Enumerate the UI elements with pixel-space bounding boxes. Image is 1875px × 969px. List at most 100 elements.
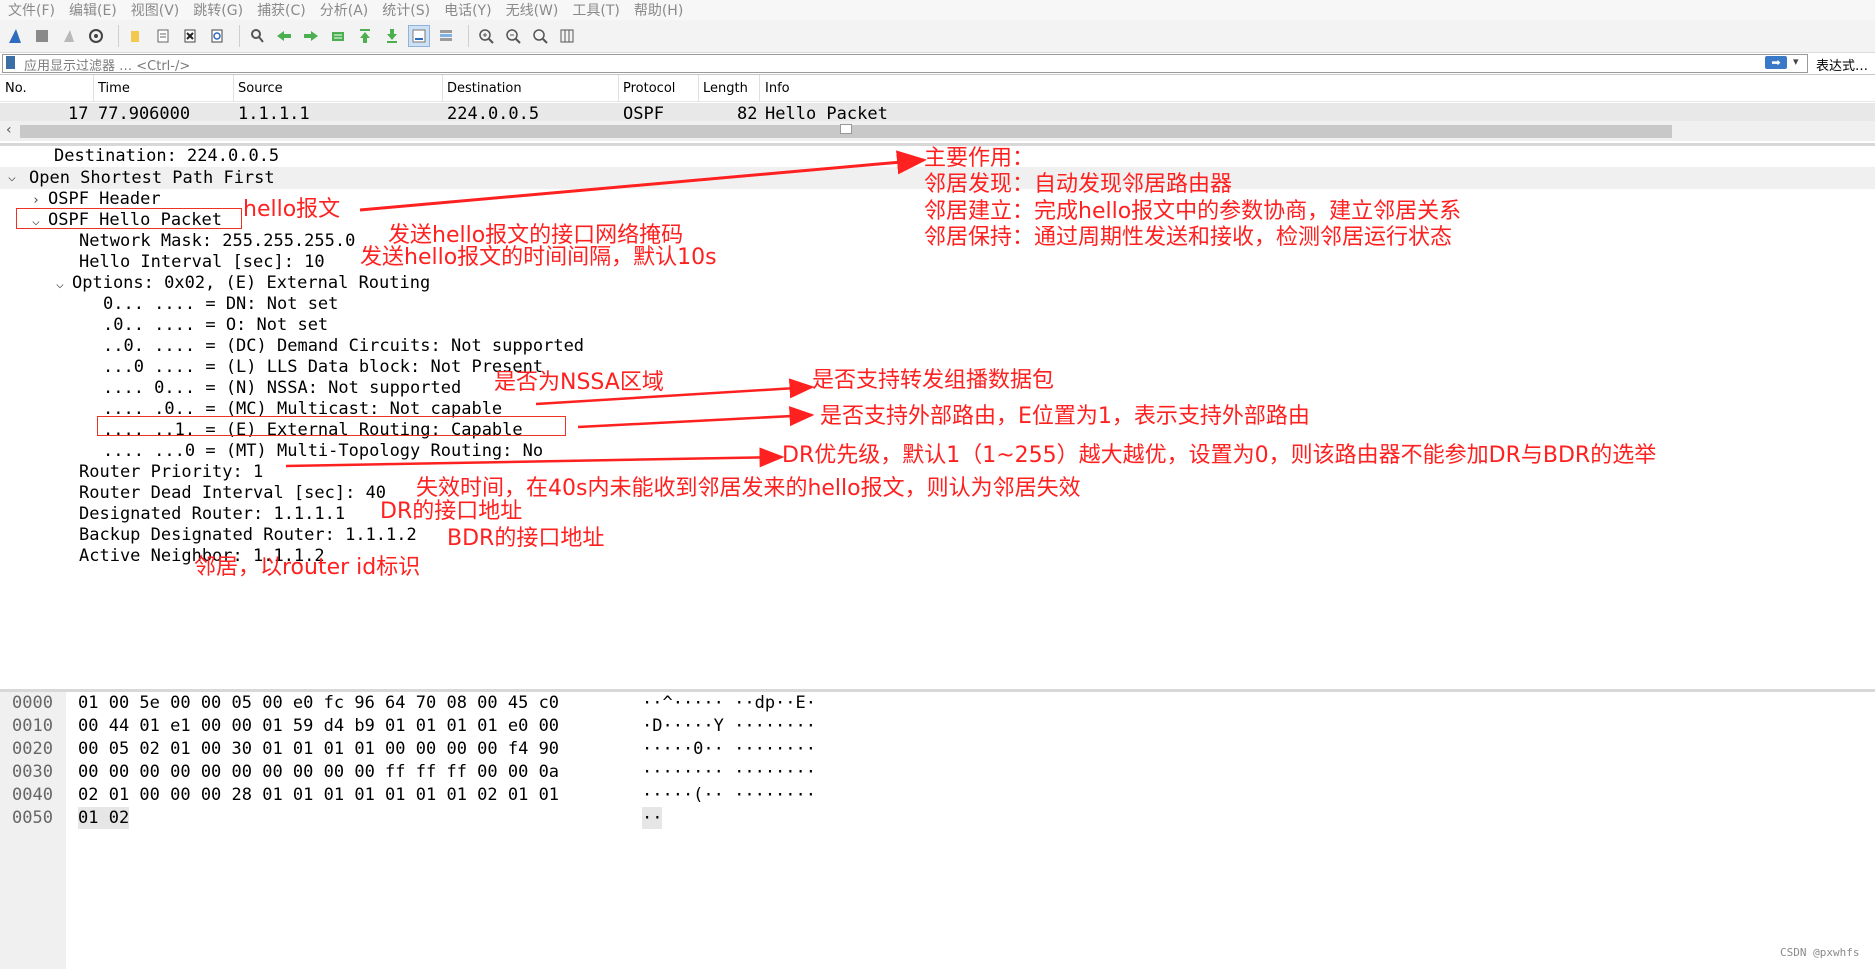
watermark: CSDN @pxwhfs — [1780, 946, 1860, 959]
menu-item[interactable]: 编辑(E) — [69, 0, 117, 20]
tree-item-backup-designated-router[interactable]: Backup Designated Router: 1.1.1.2 — [79, 524, 417, 546]
column-separator[interactable] — [442, 75, 443, 101]
options-gear-icon[interactable] — [85, 25, 107, 47]
autoscroll-icon[interactable] — [408, 25, 430, 47]
chevron-down-icon[interactable]: ⌵ — [56, 274, 72, 296]
tree-item-ospf-header[interactable]: › OSPF Header — [32, 188, 161, 210]
column-separator[interactable] — [759, 75, 760, 101]
column-separator[interactable] — [618, 75, 619, 101]
tree-item-o[interactable]: .0.. .... = O: Not set — [103, 314, 328, 336]
menu-item[interactable]: 帮助(H) — [634, 0, 683, 20]
tree-item-label: Options: 0x02, (E) External Routing — [72, 273, 431, 293]
hex-ascii[interactable]: ········ ········ — [642, 761, 816, 783]
tree-item-label: Open Shortest Path First — [29, 168, 275, 188]
menu-item[interactable]: 统计(S) — [382, 0, 430, 20]
hex-ascii[interactable]: ·· — [642, 807, 663, 829]
apply-filter-arrow-icon[interactable]: ➡ — [1765, 56, 1787, 69]
expression-button[interactable]: 表达式… — [1816, 55, 1868, 74]
hex-ascii[interactable]: ·····0·· ········ — [642, 738, 816, 760]
menu-item[interactable]: 分析(A) — [320, 0, 369, 20]
normal-size-icon[interactable] — [529, 25, 551, 47]
annotation-hello: hello报文 — [243, 197, 341, 222]
hex-ascii[interactable]: ·D·····Y ········ — [642, 715, 816, 737]
hex-offset: 0040 — [12, 785, 53, 805]
filter-placeholder: 应用显示过滤器 … <Ctrl-/> — [24, 59, 191, 74]
column-header-protocol[interactable]: Protocol — [623, 81, 675, 96]
open-folder-icon[interactable] — [125, 25, 147, 47]
back-arrow-icon[interactable] — [273, 25, 295, 47]
zoom-in-icon[interactable] — [475, 25, 497, 47]
column-header-time[interactable]: Time — [98, 81, 130, 96]
go-to-packet-icon[interactable] — [327, 25, 349, 47]
menu-bar: 文件(F) 编辑(E) 视图(V) 跳转(G) 捕获(C) 分析(A) 统计(S) 电话(Y)… — [0, 0, 1875, 20]
tree-item-lls[interactable]: ...0 .... = (L) LLS Data block: Not Pres… — [103, 356, 543, 378]
column-separator[interactable] — [233, 75, 234, 101]
tree-item-multi-topology[interactable]: .... ...0 = (MT) Multi-Topology Routing:… — [103, 440, 543, 462]
annotation-main-title: 主要作用： — [924, 146, 1035, 171]
scroll-left-icon[interactable]: ‹ — [6, 122, 12, 138]
forward-arrow-icon[interactable] — [300, 25, 322, 47]
annotation-nssa: 是否为NSSA区域 — [494, 370, 664, 395]
annotation-interval: 发送hello报文的时间间隔，默认10s — [360, 245, 717, 270]
display-filter-input[interactable] — [2, 54, 1808, 73]
tree-item-nssa[interactable]: .... 0... = (N) NSSA: Not supported — [103, 377, 461, 399]
menu-item[interactable]: 跳转(G) — [193, 0, 243, 20]
resize-columns-icon[interactable] — [556, 25, 578, 47]
close-file-icon[interactable] — [179, 25, 201, 47]
annotation-multicast: 是否支持转发组播数据包 — [812, 368, 1055, 393]
tree-item-dead-interval[interactable]: Router Dead Interval [sec]: 40 — [79, 482, 386, 504]
column-separator[interactable] — [698, 75, 699, 101]
scrollbar-thumb[interactable] — [840, 124, 852, 134]
menu-item[interactable]: 工具(T) — [572, 0, 619, 20]
reload-icon[interactable] — [206, 25, 228, 47]
hex-ascii[interactable]: ·····(·· ········ — [642, 784, 816, 806]
tree-item-designated-router[interactable]: Designated Router: 1.1.1.1 — [79, 503, 345, 525]
tree-item-dc[interactable]: ..0. .... = (DC) Demand Circuits: Not su… — [103, 335, 584, 357]
column-header-destination[interactable]: Destination — [447, 81, 522, 96]
chevron-down-icon[interactable]: ⌵ — [8, 167, 24, 189]
hex-bytes[interactable]: 01 02 — [78, 807, 130, 829]
stop-icon[interactable] — [31, 25, 53, 47]
last-packet-icon[interactable] — [381, 25, 403, 47]
annotation-main-1: 邻居发现：自动发现邻居路由器 — [924, 172, 1233, 197]
bookmark-icon[interactable] — [6, 56, 15, 69]
hex-ascii[interactable]: ··^····· ··dp··E· — [642, 692, 816, 714]
menu-item[interactable]: 捕获(C) — [257, 0, 306, 20]
menu-item[interactable]: 无线(W) — [506, 0, 559, 20]
main-toolbar — [0, 20, 1875, 53]
hex-bytes[interactable]: 00 00 00 00 00 00 00 00 00 00 ff ff ff 0… — [78, 761, 559, 783]
tree-item-dn[interactable]: 0... .... = DN: Not set — [103, 293, 338, 315]
tree-item-router-priority[interactable]: Router Priority: 1 — [79, 461, 263, 483]
shark-fin-icon[interactable] — [4, 25, 26, 47]
column-header-info[interactable]: Info — [765, 81, 790, 96]
chevron-down-icon[interactable]: ▾ — [1793, 55, 1799, 68]
table-row[interactable]: 17 77.906000 1.1.1.1 224.0.0.5 OSPF 82 H… — [0, 103, 1875, 124]
save-file-icon[interactable] — [152, 25, 174, 47]
hex-bytes[interactable]: 02 01 00 00 00 28 01 01 01 01 01 01 01 0… — [78, 784, 559, 806]
hex-offset: 0020 — [12, 739, 53, 759]
tree-item-options[interactable]: ⌵ Options: 0x02, (E) External Routing — [56, 272, 430, 294]
first-packet-icon[interactable] — [354, 25, 376, 47]
tree-item-hello-interval[interactable]: Hello Interval [sec]: 10 — [79, 251, 325, 273]
hex-bytes[interactable]: 01 00 5e 00 00 05 00 e0 fc 96 64 70 08 0… — [78, 692, 559, 714]
column-header-no[interactable]: No. — [5, 81, 27, 96]
tree-item-network-mask[interactable]: Network Mask: 255.255.255.0 — [79, 230, 355, 252]
annotation-dr: DR的接口地址 — [380, 499, 523, 524]
menu-item[interactable]: 视图(V) — [131, 0, 180, 20]
hex-offset: 0030 — [12, 762, 53, 782]
restart-icon[interactable] — [58, 25, 80, 47]
column-header-length[interactable]: Length — [703, 81, 748, 96]
find-icon[interactable] — [246, 25, 268, 47]
hex-bytes[interactable]: 00 44 01 e1 00 00 01 59 d4 b9 01 01 01 0… — [78, 715, 559, 737]
zoom-out-icon[interactable] — [502, 25, 524, 47]
colorize-icon[interactable] — [435, 25, 457, 47]
menu-item[interactable]: 文件(F) — [8, 0, 55, 20]
tree-item-label: OSPF Header — [48, 189, 161, 209]
horizontal-scrollbar[interactable]: ‹ — [0, 121, 1875, 141]
menu-item[interactable]: 电话(Y) — [444, 0, 491, 20]
annotation-main-3: 邻居保持：通过周期性发送和接收，检测邻居运行状态 — [924, 225, 1453, 250]
column-header-source[interactable]: Source — [238, 81, 283, 96]
tree-item-destination[interactable]: Destination: 224.0.0.5 — [54, 145, 279, 167]
column-separator[interactable] — [93, 75, 94, 101]
hex-bytes[interactable]: 00 05 02 01 00 30 01 01 01 01 00 00 00 0… — [78, 738, 559, 760]
